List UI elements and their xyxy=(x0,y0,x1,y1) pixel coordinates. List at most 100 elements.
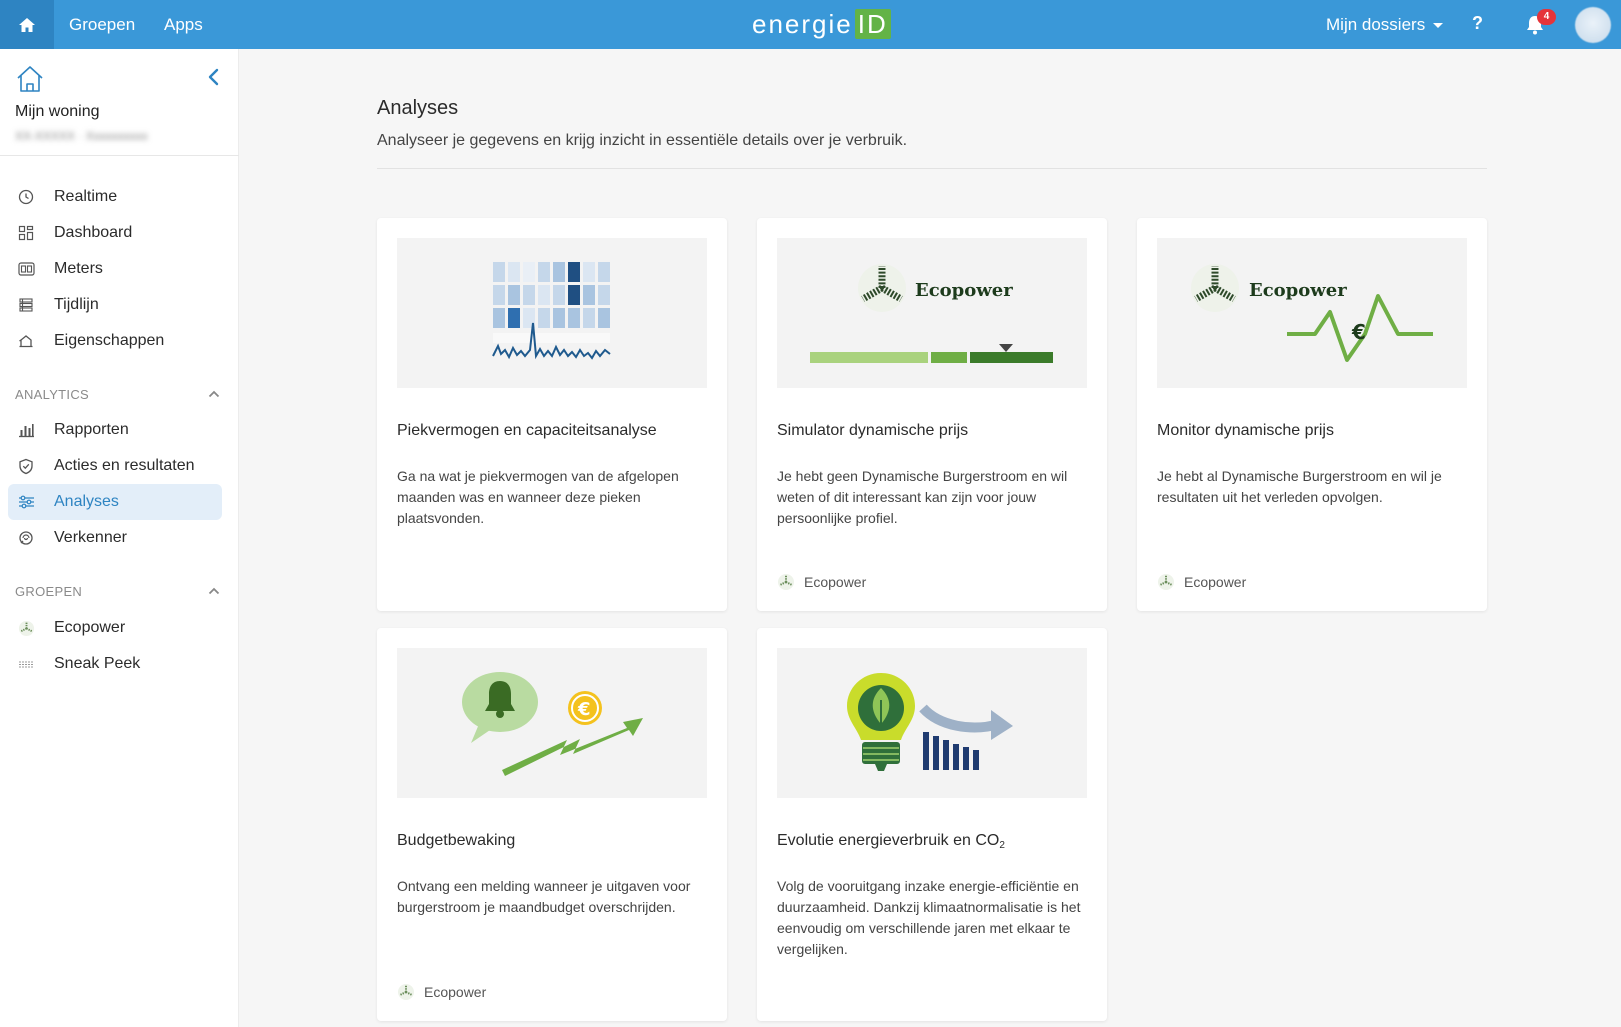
sidebar-item-meters[interactable]: Meters xyxy=(8,251,222,287)
heatmap-illustration xyxy=(492,262,611,360)
card-description: Je hebt geen Dynamische Burgerstroom en … xyxy=(777,468,1068,526)
ecopower-price-bar-illustration: Ecopower xyxy=(810,264,1053,363)
clock-icon xyxy=(18,189,34,205)
ecopower-logo-icon xyxy=(18,620,34,636)
heatmap-cell xyxy=(508,285,520,305)
svg-text:€: € xyxy=(577,699,591,720)
sidebar-item-acties[interactable]: Acties en resultaten xyxy=(8,448,222,484)
sidebar-item-label: Analyses xyxy=(54,493,119,510)
peak-power-illustration xyxy=(397,238,707,388)
my-files-dropdown[interactable]: Mijn dossiers xyxy=(1326,15,1444,35)
sidebar-item-verkenner[interactable]: Verkenner xyxy=(8,520,222,556)
avatar[interactable] xyxy=(1575,7,1611,43)
top-navbar: Groepen Apps energie ID Mijn dossiers ? … xyxy=(0,0,1621,49)
heatmap-cell xyxy=(553,262,565,282)
ecopower-logo-icon xyxy=(778,574,794,590)
energieid-logo[interactable]: energie ID xyxy=(752,8,891,40)
my-files-label: Mijn dossiers xyxy=(1326,15,1426,34)
notification-badge: 4 xyxy=(1537,9,1556,25)
card-description: Ga na wat je piekvermogen van de afgelop… xyxy=(397,468,679,526)
sidebar-item-label: Ecopower xyxy=(54,619,126,636)
simulator-illustration: Ecopower xyxy=(777,238,1087,388)
timeline-icon xyxy=(19,298,33,312)
sliders-icon xyxy=(18,495,34,509)
analysis-card-budget[interactable]: € Budgetbewaking Ontvang een melding wan… xyxy=(377,628,727,1021)
sidebar-item-label: Eigenschappen xyxy=(54,332,165,349)
page-subtitle: Analyseer je gegevens en krijg inzicht i… xyxy=(377,132,908,149)
heatmap-cell xyxy=(598,262,610,282)
card-title: Monitor dynamische prijs xyxy=(1157,422,1334,439)
sidebar-item-sneak-peek[interactable]: Sneak Peek xyxy=(8,646,222,682)
heatmap-cell xyxy=(568,308,580,328)
analysis-card-monitor[interactable]: Ecopower € Monitor dynamische prijs Je h… xyxy=(1137,218,1487,611)
chevron-up-icon[interactable] xyxy=(208,587,220,595)
budget-illustration: € xyxy=(397,648,707,798)
euro-icon: € xyxy=(1351,320,1366,344)
card-title: Budgetbewaking xyxy=(397,832,516,849)
nav-link-apps[interactable]: Apps xyxy=(164,15,203,35)
card-title-subscript: 2 xyxy=(999,840,1005,851)
home-icon xyxy=(19,17,35,32)
ecopower-logo-icon xyxy=(1158,574,1174,590)
heatmap-cell xyxy=(598,285,610,305)
chevron-up-icon[interactable] xyxy=(208,390,220,398)
card-group-tag: Ecopower xyxy=(1157,573,1246,591)
heatmap-cell xyxy=(493,308,505,328)
card-group-label: Ecopower xyxy=(804,574,867,590)
sidebar-item-dashboard[interactable]: Dashboard xyxy=(8,215,222,251)
sidebar-item-rapporten[interactable]: Rapporten xyxy=(8,412,222,448)
logo-text: energie xyxy=(752,8,853,39)
sidebar-item-eigenschappen[interactable]: Eigenschappen xyxy=(8,323,222,359)
sneak-peek-icon xyxy=(18,661,34,668)
euro-coin-icon: € xyxy=(568,691,602,725)
card-description: Volg de vooruitgang inzake energie-effic… xyxy=(777,878,1081,957)
caret-down-icon xyxy=(1433,22,1444,28)
heatmap-cell xyxy=(508,308,520,328)
heatmap-cell xyxy=(538,262,550,282)
heatmap-cell xyxy=(523,262,535,282)
card-group-label: Ecopower xyxy=(424,984,487,1000)
sidebar-item-analyses[interactable]: Analyses xyxy=(8,484,222,520)
monitor-illustration: Ecopower € xyxy=(1157,238,1467,388)
meters-icon xyxy=(17,262,35,276)
sidebar-item-realtime[interactable]: Realtime xyxy=(8,179,222,215)
co2-evolution-illustration xyxy=(777,648,1087,798)
lightbulb-chart-illustration xyxy=(847,673,1013,771)
heatmap-cell xyxy=(538,308,550,328)
heatmap-cell xyxy=(553,308,565,328)
logo-id-box: ID xyxy=(854,9,891,39)
thumb-brand-text: Ecopower xyxy=(1249,280,1347,301)
explorer-icon xyxy=(19,531,33,545)
home-button[interactable] xyxy=(0,0,54,49)
sidebar-item-ecopower[interactable]: Ecopower xyxy=(8,610,222,646)
heatmap-cell xyxy=(583,308,595,328)
lightbulb-icon xyxy=(847,673,915,771)
card-title-main: Evolutie energieverbruik en CO xyxy=(777,832,1000,849)
analysis-card-simulator[interactable]: Ecopower Simulator dynamische prijs Je h… xyxy=(757,218,1107,611)
sidebar-item-label: Rapporten xyxy=(54,421,129,438)
heatmap-cell xyxy=(583,285,595,305)
card-group-tag: Ecopower xyxy=(777,573,866,591)
analysis-card-co2-evolution[interactable]: Evolutie energieverbruik en CO2 Volg de … xyxy=(757,628,1107,1021)
shield-check-icon xyxy=(19,458,33,474)
home-title: Mijn woning xyxy=(15,103,100,120)
analysis-card-peak-power[interactable]: Piekvermogen en capaciteitsanalyse Ga na… xyxy=(377,218,727,611)
chevron-left-icon[interactable] xyxy=(207,68,221,86)
heatmap-cell xyxy=(538,285,550,305)
groups-section-header: GROEPEN xyxy=(15,584,83,599)
ecopower-price-wave-illustration: Ecopower € xyxy=(1191,264,1433,362)
budget-alert-illustration: € xyxy=(462,672,643,776)
declining-bars-icon xyxy=(923,732,979,770)
sidebar-item-tijdlijn[interactable]: Tijdlijn xyxy=(8,287,222,323)
main-divider xyxy=(377,168,1487,169)
help-icon[interactable]: ? xyxy=(1472,13,1483,34)
heatmap-cell xyxy=(598,308,610,328)
page-title: Analyses xyxy=(377,97,459,119)
nav-link-groepen[interactable]: Groepen xyxy=(69,15,135,35)
sidebar-item-label: Tijdlijn xyxy=(54,296,99,313)
house-icon xyxy=(17,66,43,92)
thumb-brand-text: Ecopower xyxy=(915,280,1013,301)
bar-chart-icon xyxy=(18,424,34,438)
card-description: Ontvang een melding wanneer je uitgaven … xyxy=(397,878,691,915)
sidebar-item-label: Acties en resultaten xyxy=(54,457,195,474)
